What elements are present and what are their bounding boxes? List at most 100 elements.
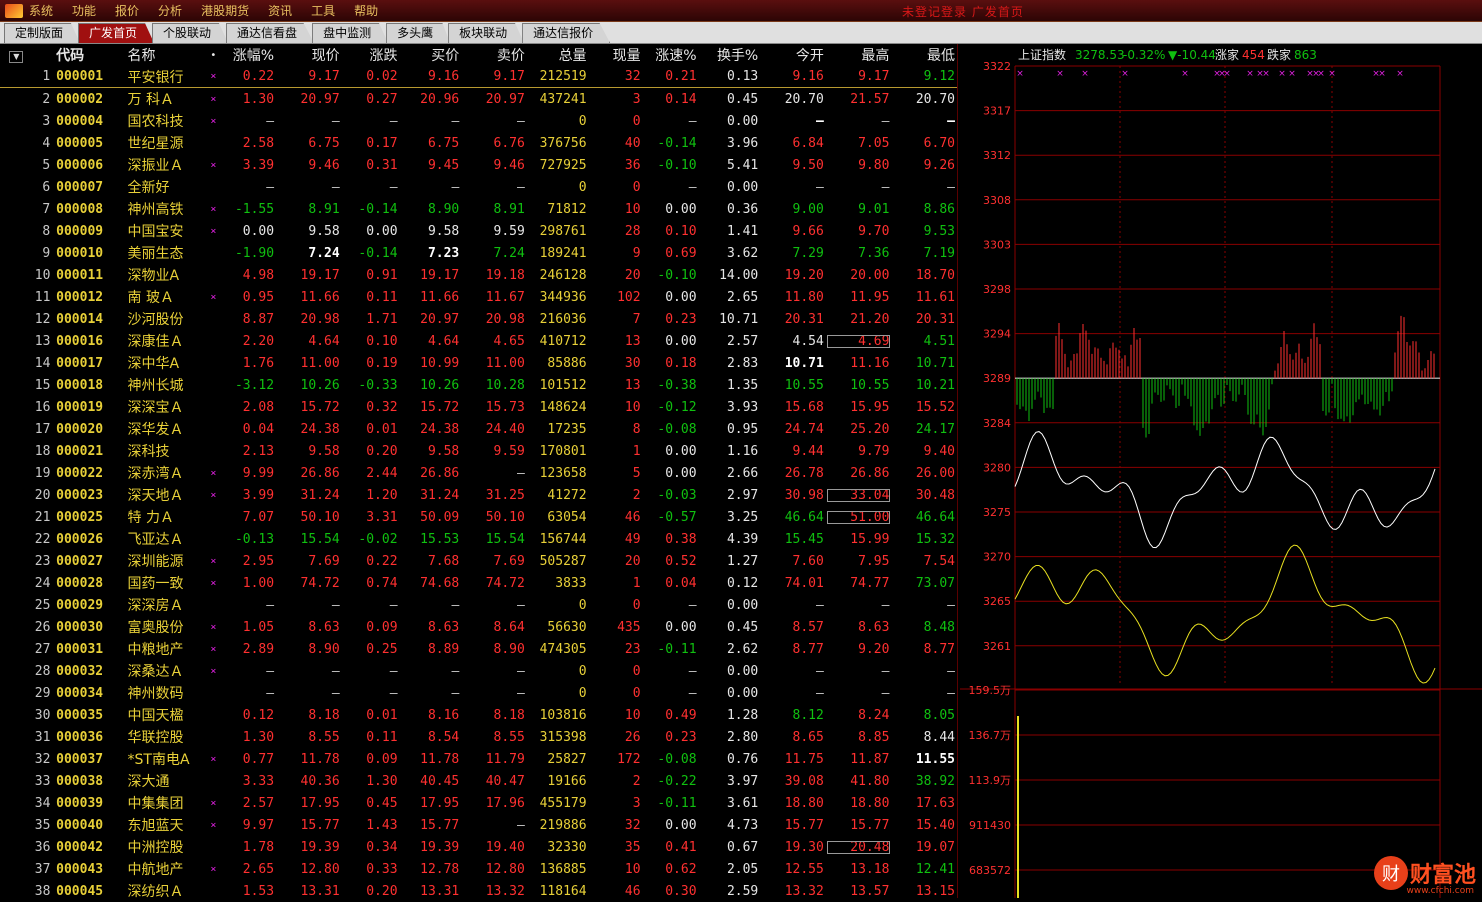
- table-row[interactable]: 10 000011 深物业A 4.98 19.17 0.91 19.17 19.18 24612…: [0, 264, 957, 286]
- cell-ask: 74.72: [485, 575, 525, 591]
- col-price[interactable]: 现价: [276, 45, 342, 65]
- table-row[interactable]: 38 000045 深纺织Ａ 1.53 13.31 0.20 13.31 13.32 11816…: [0, 880, 957, 902]
- table-row[interactable]: 13 000016 深康佳Ａ 2.20 4.64 0.10 4.64 4.65 410712 13…: [0, 330, 957, 352]
- margin-mark: ×: [210, 819, 217, 831]
- table-row[interactable]: 1 000001 平安银行 × 0.22 9.17 0.02 9.16 9.17 212519 32…: [0, 66, 957, 88]
- cell-low: 8.48: [923, 619, 955, 635]
- table-row[interactable]: 9 000010 美丽生态 -1.90 7.24 -0.14 7.23 7.24 189241 9…: [0, 242, 957, 264]
- tab-intraday-monitor[interactable]: 盘中监测: [312, 23, 389, 43]
- table-row[interactable]: 6 000007 全新好 – – – – – 0 0 – 0.00 – – –: [0, 176, 957, 198]
- sort-toggle[interactable]: ▼: [0, 47, 35, 63]
- table-row[interactable]: 25 000029 深深房Ａ – – – – – 0 0 – 0.00 – – –: [0, 594, 957, 616]
- col-high[interactable]: 最高: [826, 45, 892, 65]
- table-row[interactable]: 3 000004 国农科技 × – – – – – 0 0 – 0.00 – – –: [0, 110, 957, 132]
- cell-open: 15.77: [784, 817, 824, 833]
- tab-stock-link[interactable]: 个股联动: [152, 23, 229, 43]
- col-volume[interactable]: 总量: [527, 45, 589, 65]
- table-row[interactable]: 17 000020 深华发Ａ 0.04 24.38 0.01 24.38 24.40 17235…: [0, 418, 957, 440]
- cell-change: 0.01: [366, 707, 398, 723]
- sort-down-icon[interactable]: ▼: [9, 51, 24, 63]
- cell-pct: 0.00: [242, 223, 275, 239]
- table-row[interactable]: 27 000031 中粮地产 × 2.89 8.90 0.25 8.89 8.90 474305 2…: [0, 638, 957, 660]
- cell-low: 15.52: [915, 399, 955, 415]
- table-row[interactable]: 5 000006 深振业Ａ × 3.39 9.46 0.31 9.45 9.46 727925 36…: [0, 154, 957, 176]
- col-code[interactable]: 代码: [54, 45, 127, 65]
- cell-volume: 315398: [539, 729, 587, 745]
- table-row[interactable]: 35 000040 东旭蓝天 × 9.97 15.77 1.43 15.77 –219886 32…: [0, 814, 957, 836]
- tab-tdx-quote[interactable]: 通达信报价: [522, 23, 611, 43]
- table-row[interactable]: 22 000026 飞亚达Ａ -0.13 15.54 -0.02 15.53 15.54 156…: [0, 528, 957, 550]
- row-index: 35: [34, 817, 51, 833]
- stock-code: 000031: [56, 641, 104, 657]
- cell-cur-vol: 1: [632, 575, 641, 591]
- col-change[interactable]: 涨跌: [342, 45, 400, 65]
- col-ask[interactable]: 卖价: [461, 45, 527, 65]
- table-row[interactable]: 36 000042 中洲控股 1.78 19.39 0.34 19.39 19.40 32330…: [0, 836, 957, 858]
- table-row[interactable]: 21 000025 特 力Ａ 7.07 50.10 3.31 50.09 50.10 63054…: [0, 506, 957, 528]
- col-cur-vol[interactable]: 现量: [589, 45, 643, 65]
- stock-name: 神州高铁: [127, 202, 184, 218]
- stock-code: 000045: [56, 883, 104, 899]
- table-row[interactable]: 29 000034 神州数码 – – – – – 0 0 – 0.00 – – –: [0, 682, 957, 704]
- table-row[interactable]: 16 000019 深深宝Ａ 2.08 15.72 0.32 15.72 15.73 14862…: [0, 396, 957, 418]
- index-chart[interactable]: 上证指数 3278.53 -0.32% ▼-10.44 涨家 454 跌家 86…: [960, 44, 1482, 898]
- table-row[interactable]: 33 000038 深大通 3.33 40.36 1.30 40.45 40.47 19166 2…: [0, 770, 957, 792]
- col-name[interactable]: 名称: [128, 45, 203, 65]
- menu-system[interactable]: 系统: [29, 2, 53, 19]
- table-row[interactable]: 32 000037 *ST南电A × 0.77 11.78 0.09 11.78 11.79 25…: [0, 748, 957, 770]
- tab-sector-link[interactable]: 板块联动: [448, 23, 525, 43]
- table-row[interactable]: 23 000027 深圳能源 × 2.95 7.69 0.22 7.68 7.69 505287 2…: [0, 550, 957, 572]
- table-row[interactable]: 30 000035 中国天楹 0.12 8.18 0.01 8.16 8.18 103816 10…: [0, 704, 957, 726]
- menu-hk-futures[interactable]: 港股期货: [201, 2, 249, 19]
- table-row[interactable]: 19 000022 深赤湾Ａ × 9.99 26.86 2.44 26.86 –123658 5 0…: [0, 462, 957, 484]
- cell-low: 9.53: [923, 223, 955, 239]
- table-row[interactable]: 31 000036 华联控股 1.30 8.55 0.11 8.54 8.55 315398 26…: [0, 726, 957, 748]
- cell-price: 8.90: [308, 641, 340, 657]
- col-bid[interactable]: 买价: [400, 45, 462, 65]
- tab-custom-layout[interactable]: 定制版面: [4, 23, 81, 43]
- menu-help[interactable]: 帮助: [354, 2, 378, 19]
- table-row[interactable]: 14 000017 深中华A 1.76 11.00 0.19 10.99 11.00 85886…: [0, 352, 957, 374]
- tab-tdx-watch[interactable]: 通达信看盘: [226, 23, 315, 43]
- col-dot[interactable]: •: [203, 50, 226, 61]
- table-row[interactable]: 12 000014 沙河股份 8.87 20.98 1.71 20.97 20.98 21603…: [0, 308, 957, 330]
- index-pct: -0.32%: [1123, 48, 1165, 62]
- table-row[interactable]: 20 000023 深天地Ａ × 3.99 31.24 1.20 31.24 31.25 4127…: [0, 484, 957, 506]
- cell-price: 15.77: [300, 817, 340, 833]
- table-row[interactable]: 34 000039 中集集团 × 2.57 17.95 0.45 17.95 17.96 4551…: [0, 792, 957, 814]
- cell-cur-vol: 5: [632, 465, 641, 481]
- cell-bid: 11.66: [420, 289, 460, 305]
- table-row[interactable]: 7 000008 神州高铁 × -1.55 8.91 -0.14 8.90 8.91 71812 1…: [0, 198, 957, 220]
- cell-speed: 0.00: [665, 465, 697, 481]
- menu-quote[interactable]: 报价: [115, 2, 139, 19]
- table-row[interactable]: 4 000005 世纪星源 2.58 6.75 0.17 6.75 6.76 376756 40-…: [0, 132, 957, 154]
- table-row[interactable]: 37 000043 中航地产 × 2.65 12.80 0.33 12.78 12.80 1368…: [0, 858, 957, 880]
- menu-analysis[interactable]: 分析: [158, 2, 182, 19]
- table-row[interactable]: 26 000030 富奥股份 × 1.05 8.63 0.09 8.63 8.64 56630 43…: [0, 616, 957, 638]
- table-row[interactable]: 24 000028 国药一致 × 1.00 74.72 0.74 74.68 74.72 3833…: [0, 572, 957, 594]
- cell-ask: 8.91: [493, 201, 525, 217]
- table-row[interactable]: 8 000009 中国宝安 × 0.00 9.58 0.00 9.58 9.59 298761 28…: [0, 220, 957, 242]
- table-row[interactable]: 15 000018 神州长城 -3.12 10.26 -0.33 10.26 10.28 101…: [0, 374, 957, 396]
- cell-high: 25.20: [850, 421, 890, 437]
- col-low[interactable]: 最低: [891, 45, 957, 65]
- cell-open: 19.20: [784, 267, 824, 283]
- table-row[interactable]: 28 000032 深桑达Ａ × – – – – – 0 0 – 0.00 – – –: [0, 660, 957, 682]
- col-turnover[interactable]: 换手%: [699, 45, 761, 65]
- col-open[interactable]: 今开: [760, 45, 826, 65]
- table-row[interactable]: 2 000002 万 科Ａ × 1.30 20.97 0.27 20.96 20.97 43724…: [0, 88, 957, 110]
- tab-bull-eagle[interactable]: 多头鹰: [386, 23, 451, 43]
- cell-bid: 31.24: [420, 487, 460, 503]
- stock-code: 000040: [56, 817, 104, 833]
- tab-gf-home[interactable]: 广发首页: [78, 23, 155, 43]
- cell-volume: 455179: [539, 795, 587, 811]
- table-row[interactable]: 11 000012 南 玻Ａ × 0.95 11.66 0.11 11.66 11.67 3449…: [0, 286, 957, 308]
- menu-function[interactable]: 功能: [72, 2, 96, 19]
- menu-tools[interactable]: 工具: [311, 2, 335, 19]
- table-row[interactable]: 18 000021 深科技 2.13 9.58 0.20 9.58 9.59 170801 1 0.…: [0, 440, 957, 462]
- col-pct[interactable]: 涨幅%: [226, 45, 276, 65]
- cell-low: 7.19: [923, 245, 955, 261]
- cell-cur-vol: 1: [632, 443, 641, 459]
- menu-news[interactable]: 资讯: [268, 2, 292, 19]
- col-speed[interactable]: 涨速%: [643, 45, 699, 65]
